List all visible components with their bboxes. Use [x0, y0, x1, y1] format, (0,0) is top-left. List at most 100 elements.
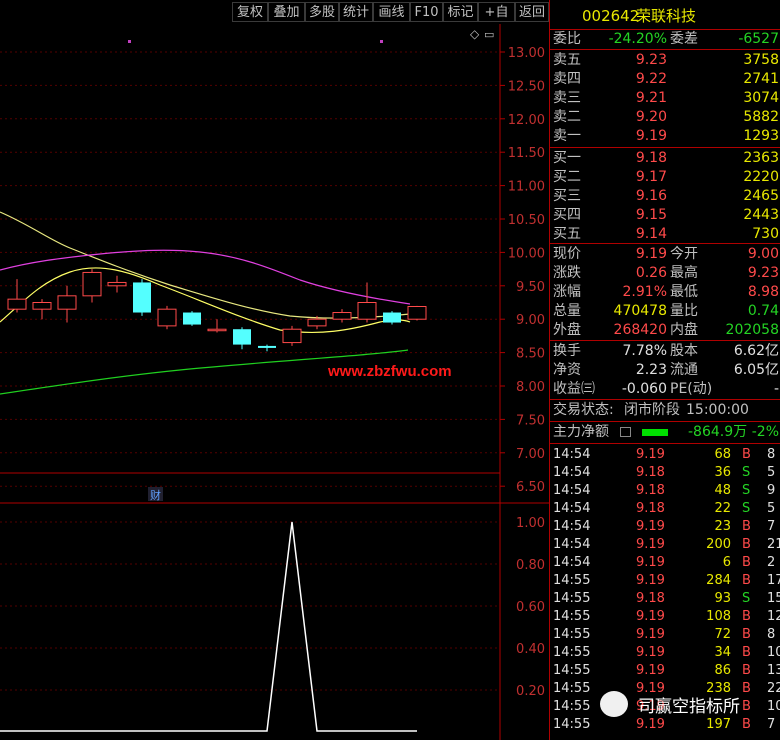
- trade-row: 14:55 9.19 284 B 17: [550, 572, 780, 590]
- price-tick-label: 7.50: [516, 413, 545, 428]
- candle-body: [82, 271, 102, 297]
- price-tick-label: 13.00: [508, 46, 545, 61]
- candle-body: [307, 318, 327, 327]
- toolbar-button-2[interactable]: 多股: [305, 2, 339, 22]
- toolbar-button-4[interactable]: 画线: [373, 2, 410, 22]
- trade-row: 14:54 9.18 36 S 5: [550, 464, 780, 482]
- bid-price: 9.16: [635, 188, 667, 204]
- ask-volume: 5882: [743, 109, 779, 125]
- stats-label: 换手: [553, 343, 581, 359]
- stats-label: 收益㈢: [553, 381, 595, 397]
- quote-row: 外盘 268420 内盘 202058: [550, 321, 780, 340]
- candle-body: [183, 312, 201, 325]
- quote-label: 现价: [553, 246, 581, 262]
- weibi-row: 委比 -24.20% 委差 -6527: [550, 30, 780, 49]
- trade-side: B: [742, 609, 751, 624]
- candle-body: [282, 328, 302, 344]
- trade-row: 14:55 9.19 86 B 13: [550, 662, 780, 680]
- trade-count: 2: [767, 555, 776, 570]
- trade-count: 17: [767, 573, 780, 588]
- trade-row: 14:54 9.19 200 B 21: [550, 536, 780, 554]
- candle-body: [407, 306, 427, 320]
- trade-row: 14:55 9.18 93 S 15: [550, 590, 780, 608]
- candle-body: [57, 295, 77, 310]
- stats-label: PE(动): [670, 381, 713, 397]
- ask-row: 卖一 9.19 1293: [550, 127, 780, 146]
- trade-count: 13: [767, 663, 780, 678]
- trade-side: S: [742, 591, 751, 606]
- quote-value: 8.98: [747, 284, 779, 300]
- trade-volume: 36: [714, 465, 731, 480]
- trade-row: 14:54 9.18 22 S 5: [550, 500, 780, 518]
- trade-count: 21: [767, 537, 780, 552]
- diamond-icon[interactable]: ◇: [470, 27, 480, 41]
- trade-price: 9.19: [636, 627, 665, 642]
- stats-value: 6.62亿: [733, 343, 779, 359]
- trade-time: 14:55: [553, 573, 591, 588]
- trade-side: S: [742, 465, 751, 480]
- trade-time: 14:55: [553, 627, 591, 642]
- trade-count: 8: [767, 627, 776, 642]
- trade-count: 8: [767, 447, 776, 462]
- trade-row: 14:55 9.19 34 B 10: [550, 644, 780, 662]
- trade-count: 5: [767, 465, 776, 480]
- ask-volume: 3758: [743, 52, 779, 68]
- trade-side: S: [742, 483, 751, 498]
- trade-side: B: [742, 519, 751, 534]
- main-net-value: -864.9万: [688, 424, 748, 440]
- stats-label: 流通: [670, 362, 698, 378]
- trade-volume: 200: [706, 537, 731, 552]
- trade-row: 14:55 9.19 108 B 12: [550, 608, 780, 626]
- price-tick-label: 10.50: [508, 213, 545, 228]
- list-icon[interactable]: [620, 427, 631, 437]
- ask-label: 卖三: [553, 90, 581, 106]
- candle-body: [207, 328, 227, 332]
- quote-row: 现价 9.19 今开 9.00: [550, 245, 780, 264]
- candle-body: [7, 298, 27, 310]
- trade-time: 14:54: [553, 537, 591, 552]
- quote-row: 涨跌 0.26 最高 9.23: [550, 264, 780, 283]
- trade-row: 14:54 9.19 23 B 7: [550, 518, 780, 536]
- toolbar-button-1[interactable]: 叠加: [268, 2, 305, 22]
- trade-count: 15: [767, 591, 780, 606]
- toolbar-button-3[interactable]: 统计: [339, 2, 373, 22]
- quote-label: 外盘: [553, 322, 581, 338]
- stats-value: 6.05亿: [733, 362, 779, 378]
- trade-count: 7: [767, 519, 776, 534]
- trade-time: 14:54: [553, 447, 591, 462]
- trade-row: 14:54 9.18 48 S 9: [550, 482, 780, 500]
- cai-badge[interactable]: 财: [148, 487, 163, 502]
- cai-label[interactable]: 财: [150, 488, 161, 502]
- bid-row: 买二 9.17 2220: [550, 168, 780, 187]
- toolbar-button-6[interactable]: 标记: [443, 2, 478, 22]
- stats-value: -0.060: [621, 381, 667, 397]
- trade-side: S: [742, 501, 751, 516]
- candle-body: [133, 282, 151, 313]
- toolbar-button-5[interactable]: F10: [410, 2, 443, 22]
- toolbar-button-7[interactable]: +自选: [478, 2, 515, 40]
- quote-value: 9.23: [747, 265, 779, 281]
- trade-volume: 48: [714, 483, 731, 498]
- trade-price: 9.19: [636, 447, 665, 462]
- toolbar-button-0[interactable]: 复权: [232, 2, 268, 22]
- indicator-tick-label: 0.80: [516, 558, 545, 573]
- trade-price: 9.18: [636, 465, 665, 480]
- quote-label: 涨幅: [553, 284, 581, 300]
- main-net-label: 主力净额: [553, 424, 609, 440]
- stats-row: 净资 2.23 流通 6.05亿: [550, 361, 780, 380]
- quote-label: 最低: [670, 284, 698, 300]
- kline-chart[interactable]: 13.00 12.50 12.00 11.50 11.00 10.50 10.00 9.50 9…: [0, 24, 549, 740]
- stats-value: 7.78%: [622, 343, 667, 359]
- trade-volume: 6: [722, 555, 731, 570]
- menu-icon[interactable]: ▭: [484, 28, 494, 41]
- stats-label: 股本: [670, 343, 698, 359]
- price-tick-label: 6.50: [516, 480, 545, 495]
- trade-volume: 108: [706, 609, 731, 624]
- candle-body: [383, 312, 401, 323]
- price-tick-label: 10.00: [508, 246, 545, 261]
- trade-time: 14:54: [553, 483, 591, 498]
- ask-price: 9.22: [635, 71, 667, 87]
- toolbar-button-8[interactable]: 返回: [515, 2, 549, 22]
- trade-row: 14:55 9.19 72 B 8: [550, 626, 780, 644]
- price-tick-label: 9.50: [516, 280, 545, 295]
